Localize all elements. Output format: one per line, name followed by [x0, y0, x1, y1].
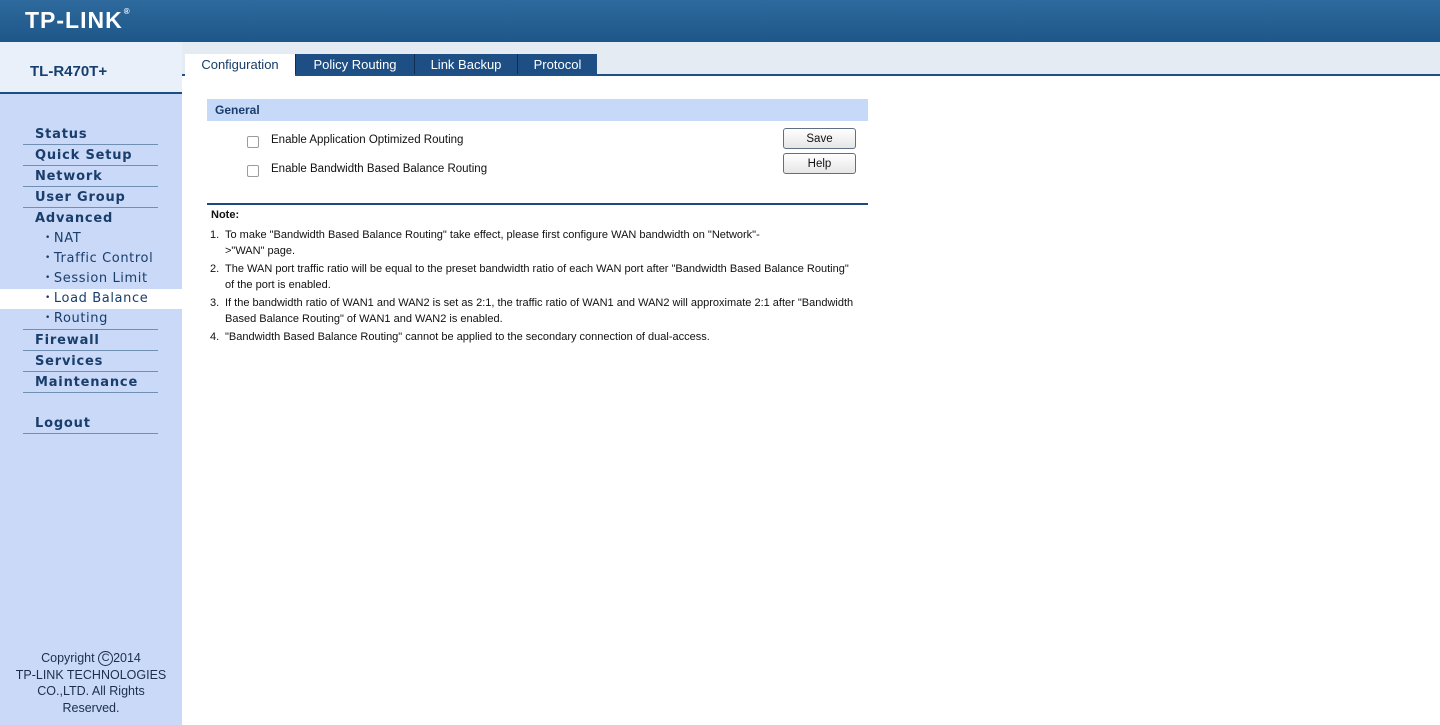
save-button[interactable]: Save [783, 128, 856, 149]
app-optimized-routing-label: Enable Application Optimized Routing [271, 134, 464, 146]
tab-bar: Configuration Policy Routing Link Backup… [182, 42, 1440, 76]
sidebar-item-logout[interactable]: Logout [23, 413, 158, 434]
note-title: Note: [211, 209, 240, 221]
app-optimized-routing-checkbox[interactable] [247, 136, 259, 148]
sidebar-item-quick-setup[interactable]: Quick Setup [23, 145, 158, 166]
registered-mark: ® [123, 7, 131, 16]
top-banner: TP-LINK® [0, 0, 1440, 42]
bullet-icon: • [45, 253, 51, 263]
tab-configuration[interactable]: Configuration [185, 54, 295, 76]
note-text: "Bandwidth Based Balance Routing" cannot… [225, 331, 710, 343]
section-divider [207, 203, 868, 205]
bandwidth-balance-routing-checkbox[interactable] [247, 165, 259, 177]
subitem-label: NAT [53, 231, 82, 246]
logo-text: TP-LINK [25, 7, 123, 33]
note-text: The WAN port traffic ratio will be equal… [225, 263, 849, 291]
subitem-label: Traffic Control [53, 251, 154, 266]
sidebar-subitem-nat[interactable]: • NAT [0, 229, 182, 249]
note-number: 3. [210, 297, 220, 309]
sidebar-item-network[interactable]: Network [23, 166, 158, 187]
bandwidth-balance-routing-label: Enable Bandwidth Based Balance Routing [271, 163, 488, 175]
sidebar-subitem-load-balance[interactable]: • Load Balance [0, 289, 182, 309]
sidebar-item-advanced[interactable]: Advanced [23, 208, 158, 229]
copyright-year: 2014 [113, 651, 141, 665]
note-item: 4. "Bandwidth Based Balance Routing" cann… [210, 330, 870, 346]
tab-policy-routing[interactable]: Policy Routing [295, 54, 414, 74]
sidebar-subitem-routing[interactable]: • Routing [0, 309, 182, 329]
help-button[interactable]: Help [783, 153, 856, 174]
note-item: 1. To make "Bandwidth Based Balance Routi… [210, 228, 870, 259]
sidebar-subitem-traffic-control[interactable]: • Traffic Control [0, 249, 182, 269]
note-number: 4. [210, 331, 220, 343]
note-number: 1. [210, 229, 220, 241]
bullet-icon: • [45, 293, 51, 303]
copyright-line3: CO.,LTD. All Rights [37, 684, 145, 698]
model-name: TL-R470T+ [30, 63, 108, 80]
note-item: 3. If the bandwidth ratio of WAN1 and WAN… [210, 296, 870, 327]
bullet-icon: • [45, 273, 51, 283]
tp-link-logo: TP-LINK® [25, 7, 131, 34]
model-box: TL-R470T+ [0, 42, 182, 94]
sidebar-item-maintenance[interactable]: Maintenance [23, 372, 158, 393]
sidebar-item-firewall[interactable]: Firewall [23, 330, 158, 351]
note-number: 2. [210, 263, 220, 275]
copyright-prefix: Copyright [41, 651, 95, 665]
subitem-label: Session Limit [53, 271, 148, 286]
note-item: 2. The WAN port traffic ratio will be equ… [210, 262, 870, 293]
note-text: If the bandwidth ratio of WAN1 and WAN2 … [225, 297, 854, 325]
copyright-line1: Copyright C 2014 [0, 650, 182, 667]
sidebar-item-services[interactable]: Services [23, 351, 158, 372]
bullet-icon: • [45, 313, 51, 323]
sidebar-subitem-session-limit[interactable]: • Session Limit [0, 269, 182, 289]
subitem-label: Load Balance [53, 291, 149, 306]
copyright-line2: TP-LINK TECHNOLOGIES [15, 667, 167, 682]
copyright-line4: Reserved. [62, 700, 120, 715]
tab-link-backup[interactable]: Link Backup [414, 54, 517, 74]
bullet-icon: • [45, 233, 51, 243]
sidebar: TL-R470T+ Status Quick Setup Network Use… [0, 42, 182, 725]
note-text: To make "Bandwidth Based Balance Routing… [225, 229, 760, 257]
copyright-notice: Copyright C 2014 TP-LINK TECHNOLOGIES CO.… [0, 650, 182, 716]
tab-protocol[interactable]: Protocol [517, 54, 597, 74]
sidebar-item-status[interactable]: Status [23, 124, 158, 145]
copyright-icon: C [98, 651, 114, 667]
subitem-label: Routing [53, 311, 108, 326]
sidebar-item-user-group[interactable]: User Group [23, 187, 158, 208]
general-section-header: General [207, 99, 868, 121]
